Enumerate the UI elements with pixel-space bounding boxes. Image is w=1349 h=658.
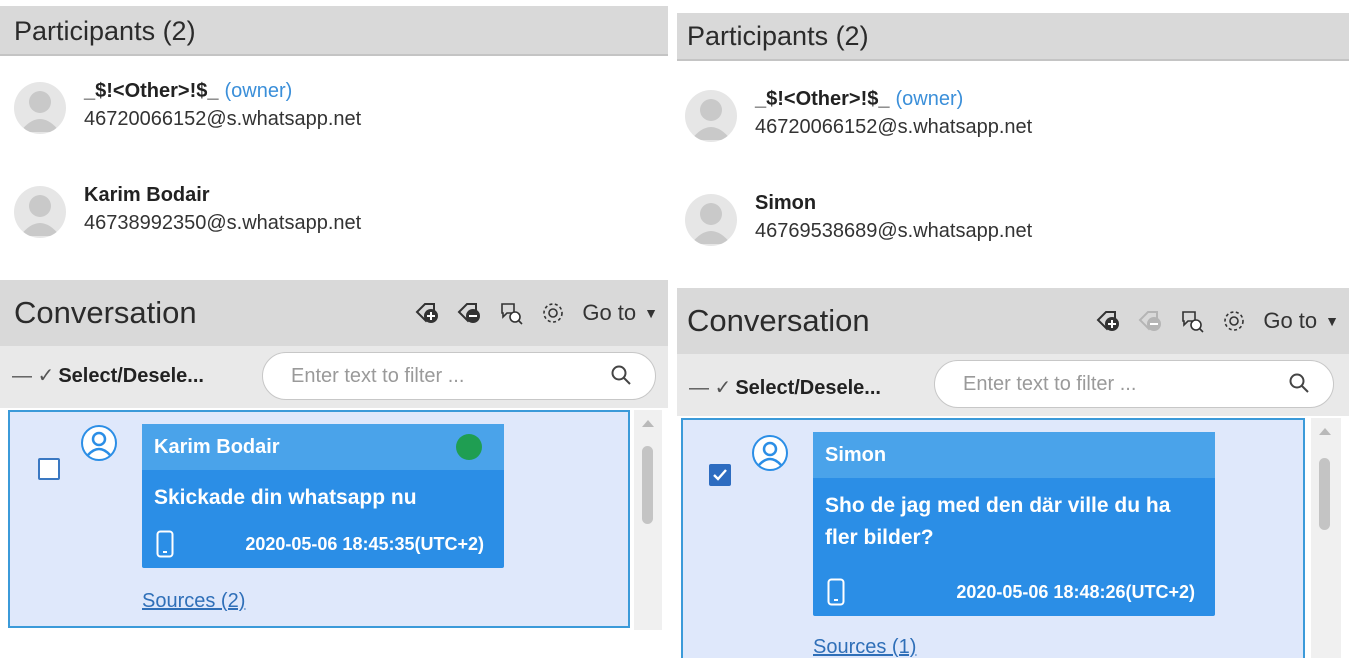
message-text: Sho de jag med den där ville du ha fler … [825,494,1171,549]
scroll-up-icon[interactable] [642,420,654,427]
divider [668,0,677,658]
message-text: Skickade din whatsapp nu [154,486,417,509]
scroll-up-icon[interactable] [1319,428,1331,435]
conversation-header: Conversation Go to ▼ [677,288,1349,354]
chat-search-icon[interactable] [1179,308,1205,334]
owner-label: (owner) [224,80,293,102]
scrollbar[interactable] [1311,418,1341,658]
participant-name: Simon [755,192,817,214]
participant-address: 46720066152@s.whatsapp.net [755,116,1033,138]
filter-bar: — ✓ Select/Desele... Enter text to filter… [0,346,668,408]
owner-label: (owner) [895,88,964,110]
participant-name: _$!<Other>!$_ [84,80,219,102]
avatar [685,90,737,142]
participants-header: Participants (2) [0,6,668,56]
select-deselect-label: Select/Desele... [735,377,881,399]
message-bubble[interactable]: Simon Sho de jag med den där ville du ha… [813,432,1215,616]
checkmark-icon [713,469,727,481]
avatar [14,186,66,238]
avatar [14,82,66,134]
scrollbar[interactable] [634,410,662,630]
participants-title: Participants (2) [687,21,869,51]
left-panel: Participants (2) _$!<Other>!$_ (owner) 46… [0,0,668,658]
message-sender: Simon [813,432,1215,478]
tag-remove-icon[interactable] [1137,308,1163,334]
message-list: Karim Bodair Skickade din whatsapp nu 20… [8,410,630,628]
collapse-check-icon: — ✓ [12,365,55,387]
filter-input[interactable]: Enter text to filter ... [934,360,1334,408]
goto-dropdown[interactable]: Go to ▼ [582,280,658,346]
participants-header: Participants (2) [677,13,1349,61]
phone-icon [827,578,845,606]
chevron-down-icon: ▼ [644,305,658,321]
participant-address: 46738992350@s.whatsapp.net [84,212,362,234]
participant-address: 46720066152@s.whatsapp.net [84,108,362,130]
filter-placeholder: Enter text to filter ... [963,373,1137,395]
message-timestamp: 2020-05-06 18:48:26(UTC+2) [956,582,1195,602]
participant-name: _$!<Other>!$_ [755,88,890,110]
conversation-header: Conversation Go to ▼ [0,280,668,346]
tag-remove-icon[interactable] [456,300,482,326]
phone-icon [156,530,174,558]
chevron-down-icon: ▼ [1325,313,1339,329]
message-list: Simon Sho de jag med den där ville du ha… [681,418,1305,658]
message-checkbox[interactable] [709,464,731,486]
sources-link[interactable]: Sources (1) [813,636,916,658]
user-circle-icon [81,425,117,461]
select-deselect-toggle[interactable]: — ✓ Select/Desele... [689,375,881,400]
message-timestamp: 2020-05-06 18:45:35(UTC+2) [245,534,484,554]
tag-add-icon[interactable] [414,300,440,326]
goto-label: Go to [1263,308,1318,333]
message-checkbox[interactable] [38,458,60,480]
collapse-check-icon: — ✓ [689,377,732,399]
filter-bar: — ✓ Select/Desele... Enter text to filter… [677,354,1349,416]
user-circle-icon [752,435,788,471]
settings-gear-icon[interactable] [1221,308,1247,334]
message-sender: Karim Bodair [142,424,504,470]
status-dot [456,434,482,460]
scroll-thumb[interactable] [642,446,653,524]
search-icon[interactable] [1287,371,1311,395]
conversation-title: Conversation [14,295,197,330]
sources-link[interactable]: Sources (2) [142,590,245,613]
settings-gear-icon[interactable] [540,300,566,326]
tag-add-icon[interactable] [1095,308,1121,334]
goto-label: Go to [582,300,637,325]
filter-placeholder: Enter text to filter ... [291,365,465,387]
goto-dropdown[interactable]: Go to ▼ [1263,288,1339,354]
scroll-thumb[interactable] [1319,458,1330,530]
avatar [685,194,737,246]
chat-search-icon[interactable] [498,300,524,326]
select-deselect-label: Select/Desele... [58,365,204,387]
participants-title: Participants (2) [14,16,196,46]
filter-input[interactable]: Enter text to filter ... [262,352,656,400]
right-panel: Participants (2) _$!<Other>!$_ (owner) 46… [677,0,1349,658]
search-icon[interactable] [609,363,633,387]
select-deselect-toggle[interactable]: — ✓ Select/Desele... [12,363,204,388]
participant-name: Karim Bodair [84,184,210,206]
message-bubble[interactable]: Karim Bodair Skickade din whatsapp nu 20… [142,424,504,568]
participant-address: 46769538689@s.whatsapp.net [755,220,1033,242]
conversation-title: Conversation [687,303,870,338]
